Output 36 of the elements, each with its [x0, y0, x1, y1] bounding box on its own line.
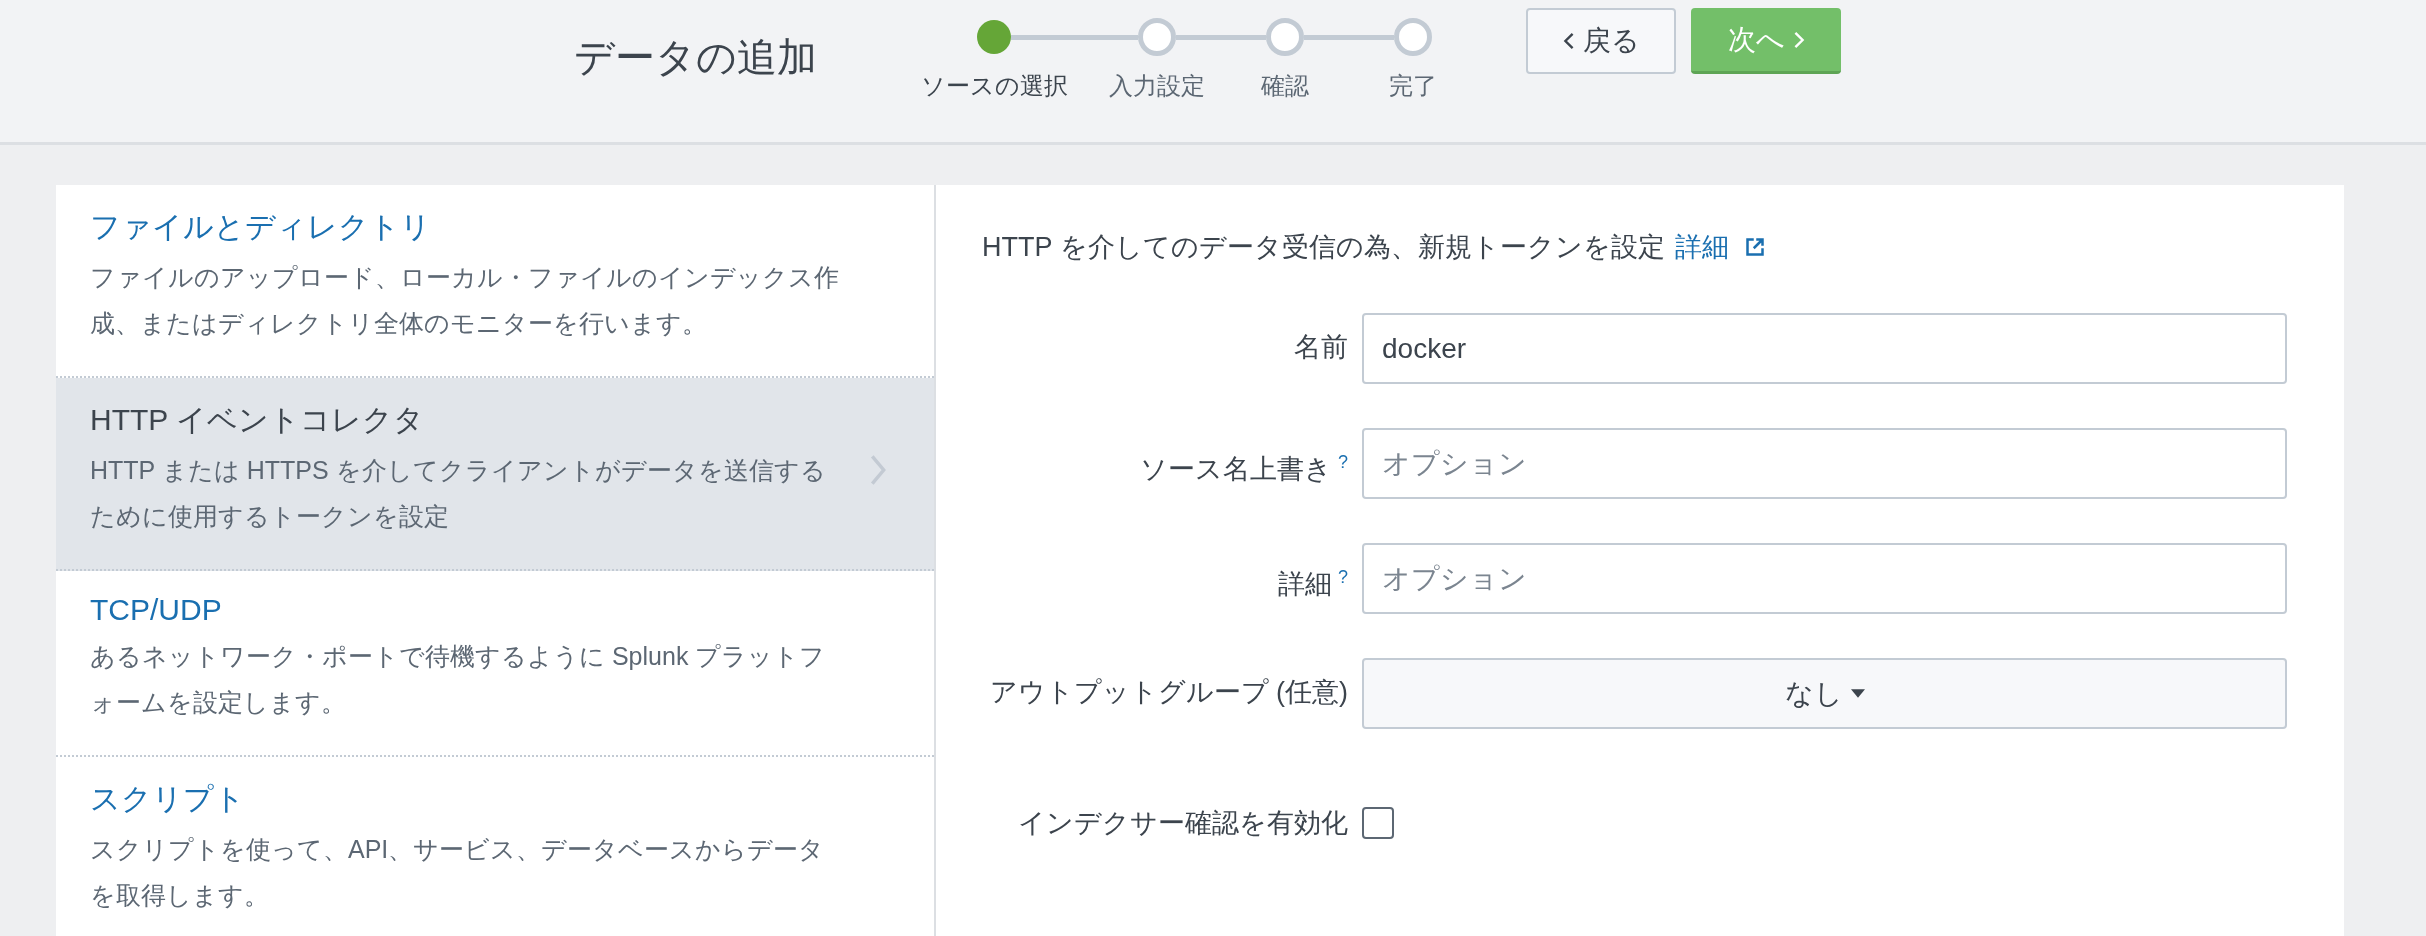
dropdown-button[interactable]: なし	[1362, 658, 2287, 729]
source-description: HTTP または HTTPS を介してクライアントがデータを送信するために使用するトークンを設定	[90, 455, 827, 532]
chevron-right-icon	[1792, 29, 1805, 50]
step-label: 完了	[1389, 71, 1437, 101]
details-link[interactable]: 詳細	[1674, 229, 1729, 265]
caret-down-icon	[1850, 689, 1865, 698]
field-label: インデクサー確認を有効化	[1018, 808, 1348, 838]
source-title: TCP/UDP	[90, 593, 223, 627]
source-item[interactable]: TCP/UDP あるネットワーク・ポートで待機するように Splunk プラットフォームを設定します。	[56, 571, 934, 757]
source-description: あるネットワーク・ポートで待機するように Splunk プラットフォームを設定します。	[90, 641, 827, 718]
back-button[interactable]: 戻る	[1526, 8, 1676, 74]
checkbox[interactable]	[1362, 807, 1394, 839]
field-label: 詳細	[1278, 569, 1332, 599]
source-title: HTTP イベントコレクタ	[90, 402, 426, 438]
intro-text: HTTP を介してのデータ受信の為、新規トークンを設定	[982, 231, 1665, 264]
step-label: 入力設定	[1109, 71, 1205, 101]
text-field[interactable]: オプション	[1362, 428, 2287, 499]
source-title: スクリプト	[90, 781, 246, 817]
text-field[interactable]: オプション	[1362, 543, 2287, 614]
field-label: ソース名上書き	[1140, 454, 1332, 484]
step-label: 確認	[1261, 71, 1309, 101]
field-label: 名前	[1294, 332, 1348, 362]
source-title: ファイルとディレクトリ	[90, 209, 432, 245]
source-item[interactable]: HTTP イベントコレクタ HTTP または HTTPS を介してクライアントがデータを送信するために使用するトークンを設定	[56, 378, 934, 571]
chevron-right-icon	[870, 453, 886, 486]
chevron-left-icon	[1562, 31, 1575, 51]
text-field[interactable]: docker	[1362, 313, 2287, 384]
field-label: アウトプットグループ (任意)	[989, 677, 1348, 707]
page-title: データの追加	[574, 34, 818, 81]
help-link[interactable]: ?	[1338, 567, 1348, 587]
external-link-icon	[1744, 237, 1765, 257]
help-link[interactable]: ?	[1338, 452, 1348, 472]
source-item[interactable]: スクリプト スクリプトを使って、API、サービス、データベースからデータを取得します。	[56, 757, 934, 936]
step-label: ソースの選択	[920, 71, 1068, 101]
source-description: スクリプトを使って、API、サービス、データベースからデータを取得します。	[90, 834, 826, 911]
source-description: ファイルのアップロード、ローカル・ファイルのインデックス作成、またはディレクトリ全体のモニターを行います。	[90, 262, 840, 339]
